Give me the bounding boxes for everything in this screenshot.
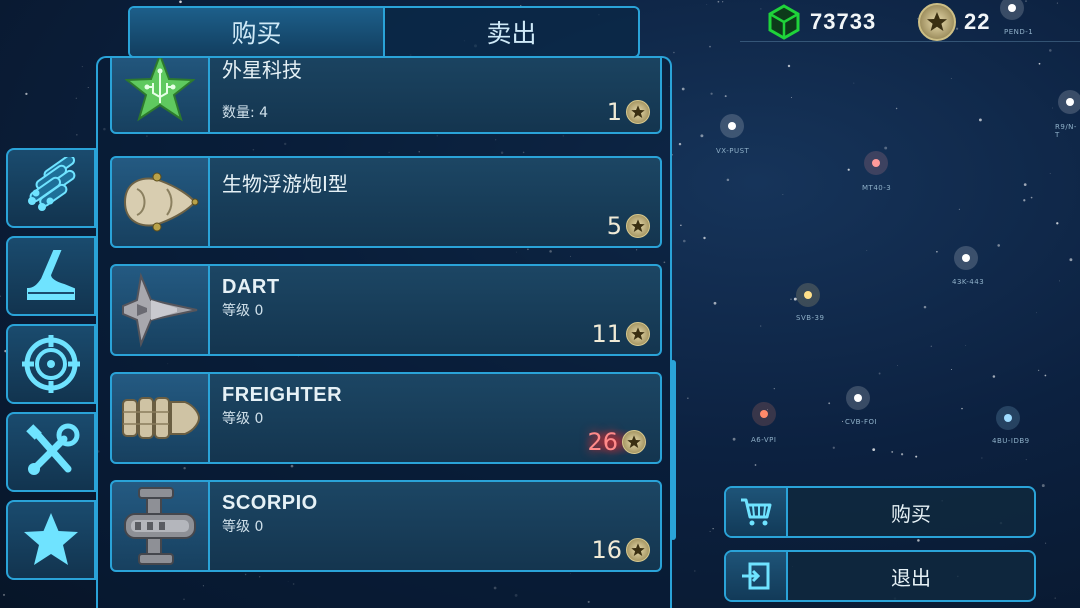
price-value: 16	[591, 536, 622, 564]
star-label[interactable]: MT40-3	[862, 184, 891, 192]
item-level: 等级 0	[222, 411, 264, 427]
item-name: 外星科技	[222, 58, 302, 82]
list-scrollbar[interactable]	[670, 360, 676, 540]
item-thumbnail	[110, 372, 210, 464]
dart-ship-icon	[122, 272, 198, 348]
item-price: 5	[607, 212, 650, 240]
item-level: 等级 0	[222, 303, 264, 319]
crystal-icon	[768, 4, 800, 40]
crosshair-icon	[22, 335, 80, 393]
list-item[interactable]: DART 等级 0 11	[110, 264, 662, 356]
crystal-amount: 73733	[810, 9, 877, 34]
category-weapons[interactable]	[6, 324, 96, 404]
item-name: DART	[222, 276, 280, 298]
exit-button[interactable]: 退出	[724, 550, 1036, 602]
item-quantity: 数量: 4	[222, 105, 269, 121]
star-coin-icon	[626, 214, 650, 238]
category-favorites[interactable]	[6, 500, 96, 580]
star-coin-icon	[622, 430, 646, 454]
price-value: 26	[587, 428, 618, 456]
star-amount: 22	[964, 9, 991, 34]
price-value: 11	[591, 320, 622, 348]
star-coin-icon	[918, 3, 956, 41]
star-label[interactable]: SVB-39	[796, 314, 824, 322]
star-icon	[24, 513, 78, 565]
shop-item-list[interactable]: 外星科技 数量: 4 1 生物浮游炮I型 5 DART 等级 0 11 FREI…	[96, 56, 672, 608]
item-thumbnail	[110, 264, 210, 356]
star-coin-icon	[626, 100, 650, 124]
item-name: SCORPIO	[222, 492, 318, 514]
item-price: 1	[607, 98, 650, 126]
item-body: SCORPIO 等级 0 16	[210, 480, 662, 572]
item-body: DART 等级 0 11	[210, 264, 662, 356]
item-name: 生物浮游炮I型	[222, 172, 348, 196]
tab-buy[interactable]: 购买	[130, 8, 383, 56]
price-value: 5	[606, 212, 622, 240]
resources-icon	[28, 157, 76, 211]
item-thumbnail	[110, 156, 210, 248]
star-counter: 22	[918, 3, 991, 41]
star-coin-icon	[626, 538, 650, 562]
star-label[interactable]: R9/N-T	[1055, 123, 1080, 139]
star-label[interactable]: 4BU-IDB9	[992, 437, 1030, 445]
item-price: 11	[591, 320, 650, 348]
currency-divider	[740, 41, 1080, 42]
tools-icon	[26, 423, 80, 475]
boot-icon	[27, 250, 75, 300]
list-item[interactable]: 外星科技 数量: 4 1	[110, 58, 662, 134]
crystal-counter: 73733	[766, 4, 876, 40]
item-body: FREIGHTER 等级 0 26	[210, 372, 662, 464]
star-label[interactable]: A6-VPI	[751, 436, 776, 444]
item-level: 等级 0	[222, 519, 264, 535]
bio-turret-icon	[123, 172, 199, 232]
exit-icon	[742, 562, 770, 590]
list-item[interactable]: FREIGHTER 等级 0 26	[110, 372, 662, 464]
item-thumbnail	[110, 480, 210, 572]
list-item[interactable]: 生物浮游炮I型 5	[110, 156, 662, 248]
item-body: 外星科技 数量: 4 1	[210, 58, 662, 134]
price-value: 1	[606, 98, 622, 126]
scorpio-ship-icon	[124, 487, 196, 565]
item-thumbnail	[110, 58, 210, 134]
freighter-ship-icon	[122, 397, 201, 439]
star-coin-icon	[626, 322, 650, 346]
item-price-unaffordable: 26	[583, 428, 650, 456]
category-resources[interactable]	[6, 148, 96, 228]
star-label[interactable]: VX-PUST	[716, 147, 749, 155]
item-body: 生物浮游炮I型 5	[210, 156, 662, 248]
category-equipment[interactable]	[6, 236, 96, 316]
tab-sell[interactable]: 卖出	[383, 8, 638, 56]
exit-button-icon-box	[726, 552, 788, 600]
buy-button-label: 购买	[891, 501, 931, 526]
item-name: FREIGHTER	[222, 384, 343, 406]
shop-tabs: 购买 卖出	[128, 6, 640, 58]
buy-button[interactable]: 购买	[724, 486, 1036, 538]
list-item[interactable]: SCORPIO 等级 0 16	[110, 480, 662, 572]
category-tools[interactable]	[6, 412, 96, 492]
star-label[interactable]: PEND-1	[1004, 28, 1033, 36]
star-label[interactable]: CVB-FOI	[845, 418, 877, 426]
star-label[interactable]: 43K-443	[952, 278, 984, 286]
buy-button-icon-box	[726, 488, 788, 536]
item-price: 16	[591, 536, 650, 564]
alien-tech-icon	[125, 58, 195, 122]
cart-icon	[741, 498, 772, 526]
exit-button-label: 退出	[891, 565, 931, 590]
